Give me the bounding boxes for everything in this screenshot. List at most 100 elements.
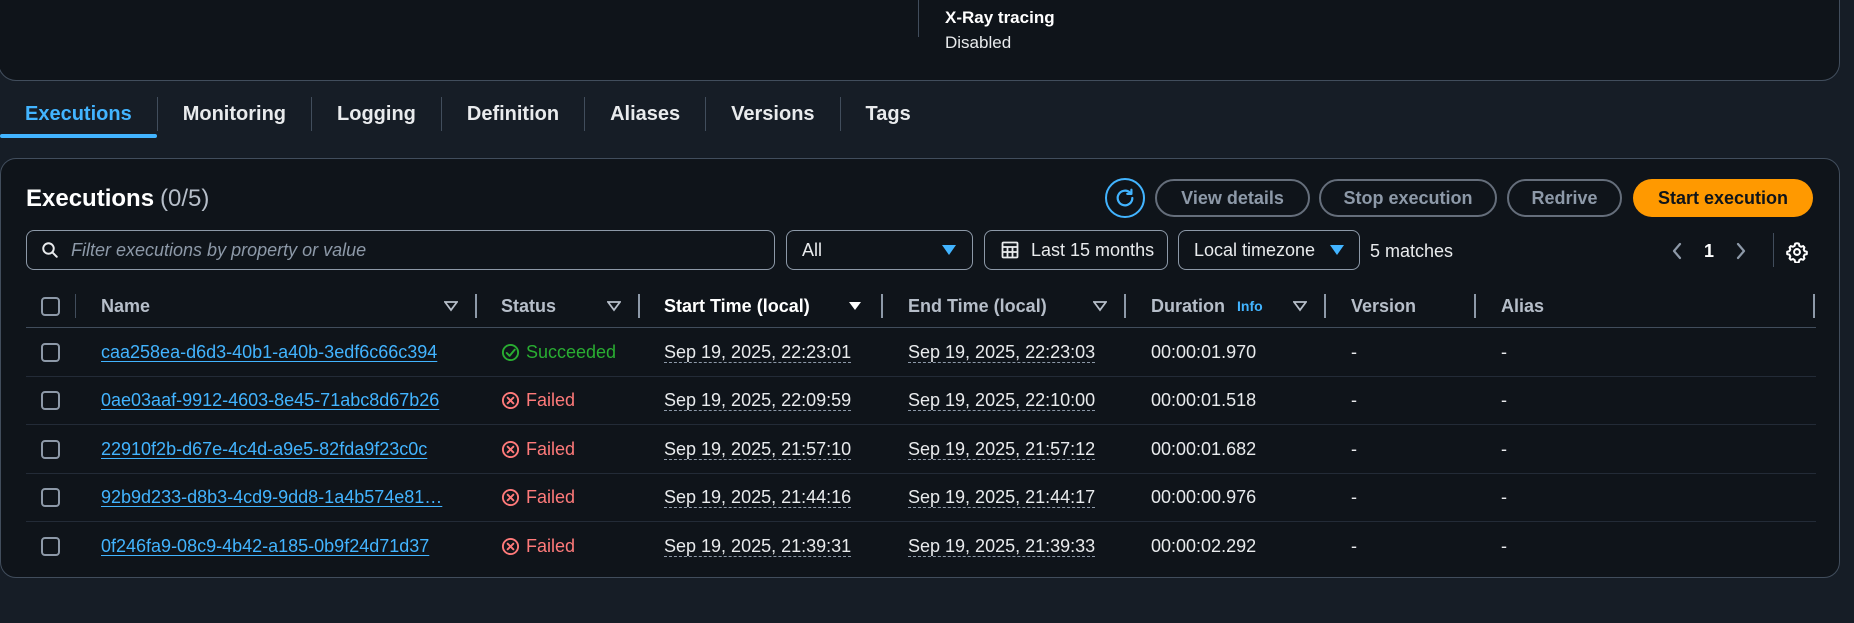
execution-name-link[interactable]: caa258ea-d6d3-40b1-a40b-3edf6c66c394 [101,342,437,363]
row-checkbox[interactable] [41,536,60,556]
version-cell: - [1351,341,1357,362]
column-header-version[interactable]: Version [1351,284,1416,328]
view-details-button[interactable]: View details [1155,179,1310,217]
column-resizer[interactable] [881,294,883,318]
pager-divider [1773,233,1774,267]
caret-down-icon [1330,245,1344,255]
start-execution-button[interactable]: Start execution [1633,179,1813,217]
execution-name-link[interactable]: 0f246fa9-08c9-4b42-a185-0b9f24d71d37 [101,536,429,557]
timezone-select[interactable]: Local timezone [1178,230,1360,270]
select-all-checkbox[interactable] [41,296,60,316]
panel-title: Executions (0/5) [26,185,209,213]
status-filter-select[interactable]: All [786,230,973,270]
execution-name-cell: 0f246fa9-08c9-4b42-a185-0b9f24d71d37 [101,522,429,570]
start-time-value: Sep 19, 2025, 21:39:31 [664,535,852,557]
tab-bar: Executions Monitoring Logging Definition… [0,90,936,138]
start-time-value: Sep 19, 2025, 21:57:10 [664,438,852,460]
date-range-button[interactable]: Last 15 months [984,230,1168,270]
calendar-icon [1001,241,1019,259]
column-resizer[interactable] [1813,294,1815,318]
error-icon [501,537,520,555]
next-page-button[interactable] [1727,237,1755,265]
previous-page-button[interactable] [1663,237,1691,265]
tab-aliases[interactable]: Aliases [585,90,705,138]
tab-monitoring[interactable]: Monitoring [158,90,311,138]
sort-caret-icon [607,301,621,312]
table-preferences-button[interactable] [1783,238,1811,266]
row-checkbox-cell [41,474,60,522]
tab-tags[interactable]: Tags [841,90,936,138]
success-icon [501,343,520,361]
duration-header-label: Duration [1151,295,1225,316]
column-header-name[interactable]: Name [101,284,150,328]
column-resizer[interactable] [1124,294,1126,318]
sort-descending-icon[interactable] [848,284,862,328]
chevron-right-icon [1736,242,1746,260]
tab-executions[interactable]: Executions [0,90,157,138]
sort-caret-icon [444,301,458,312]
status-indicator: Succeeded [501,342,616,363]
filter-search-input[interactable]: Filter executions by property or value [26,230,775,270]
status-cell: Succeeded [501,328,616,376]
column-resizer[interactable] [1474,294,1476,318]
version-cell: - [1351,390,1357,410]
start-time-value: Sep 19, 2025, 21:44:16 [664,487,852,508]
alias-cell: - [1501,487,1507,507]
tab-versions[interactable]: Versions [706,90,839,138]
column-resizer[interactable] [475,294,477,318]
redrive-button[interactable]: Redrive [1507,179,1622,217]
sort-icon[interactable] [607,284,621,328]
status-cell: Failed [501,377,575,425]
duration-cell: 00:00:00.976 [1151,487,1257,507]
column-header-duration[interactable]: Duration Info [1151,284,1263,328]
sort-icon[interactable] [444,284,458,328]
refresh-button[interactable] [1105,178,1145,218]
end-time-cell: Sep 19, 2025, 21:44:17 [908,474,1096,522]
end-time-cell: Sep 19, 2025, 22:10:00 [908,377,1096,425]
version-cell: - [1351,487,1357,507]
alias-cell: - [1501,390,1507,410]
row-checkbox[interactable] [41,439,60,459]
row-checkbox[interactable] [41,488,60,507]
sort-icon[interactable] [1293,284,1307,328]
version-cell: - [1351,438,1357,459]
column-header-status[interactable]: Status [501,284,556,328]
status-indicator: Failed [501,487,575,508]
sort-caret-icon [1093,301,1107,312]
duration-cell: 00:00:02.292 [1151,535,1257,556]
column-divider [918,0,919,37]
sort-icon[interactable] [1093,284,1107,328]
end-time-cell: Sep 19, 2025, 22:23:03 [908,328,1096,376]
alias-cell: - [1501,438,1507,459]
table-header: Name Status Start Time (local) End Time … [26,284,1816,328]
column-header-end-time[interactable]: End Time (local) [908,284,1047,328]
selection-count: (0/5) [160,185,210,212]
row-checkbox[interactable] [41,391,60,410]
column-resizer[interactable] [638,294,640,318]
xray-tracing-value: Disabled [945,33,1012,52]
column-header-alias[interactable]: Alias [1501,284,1544,328]
timezone-value: Local timezone [1194,239,1316,260]
chevron-left-icon [1672,242,1682,260]
row-checkbox[interactable] [41,342,60,362]
column-header-start-time[interactable]: Start Time (local) [664,284,810,328]
tab-logging[interactable]: Logging [312,90,441,138]
end-time-value: Sep 19, 2025, 21:44:17 [908,487,1096,508]
execution-name-link[interactable]: 22910f2b-d67e-4c4d-a9e5-82fda9f23c0c [101,439,427,460]
caret-down-icon [942,245,956,255]
execution-name-link[interactable]: 92b9d233-d8b3-4cd9-9dd8-1a4b574e81… [101,487,442,508]
stop-execution-button[interactable]: Stop execution [1319,179,1497,217]
start-time-cell: Sep 19, 2025, 21:44:16 [664,474,852,522]
execution-name-link[interactable]: 0ae03aaf-9912-4603-8e45-71abc8d67b26 [101,390,439,411]
error-icon [501,488,520,507]
tab-definition[interactable]: Definition [442,90,584,138]
end-time-cell: Sep 19, 2025, 21:39:33 [908,522,1096,570]
version-cell: - [1351,535,1357,556]
status-text: Failed [526,438,576,459]
column-resizer[interactable] [1324,294,1326,318]
duration-info-link[interactable]: Info [1237,298,1263,314]
page-number[interactable]: 1 [1691,241,1727,262]
row-checkbox-cell [41,425,60,473]
status-text: Succeeded [526,341,617,362]
end-time-value: Sep 19, 2025, 21:57:12 [908,438,1096,460]
